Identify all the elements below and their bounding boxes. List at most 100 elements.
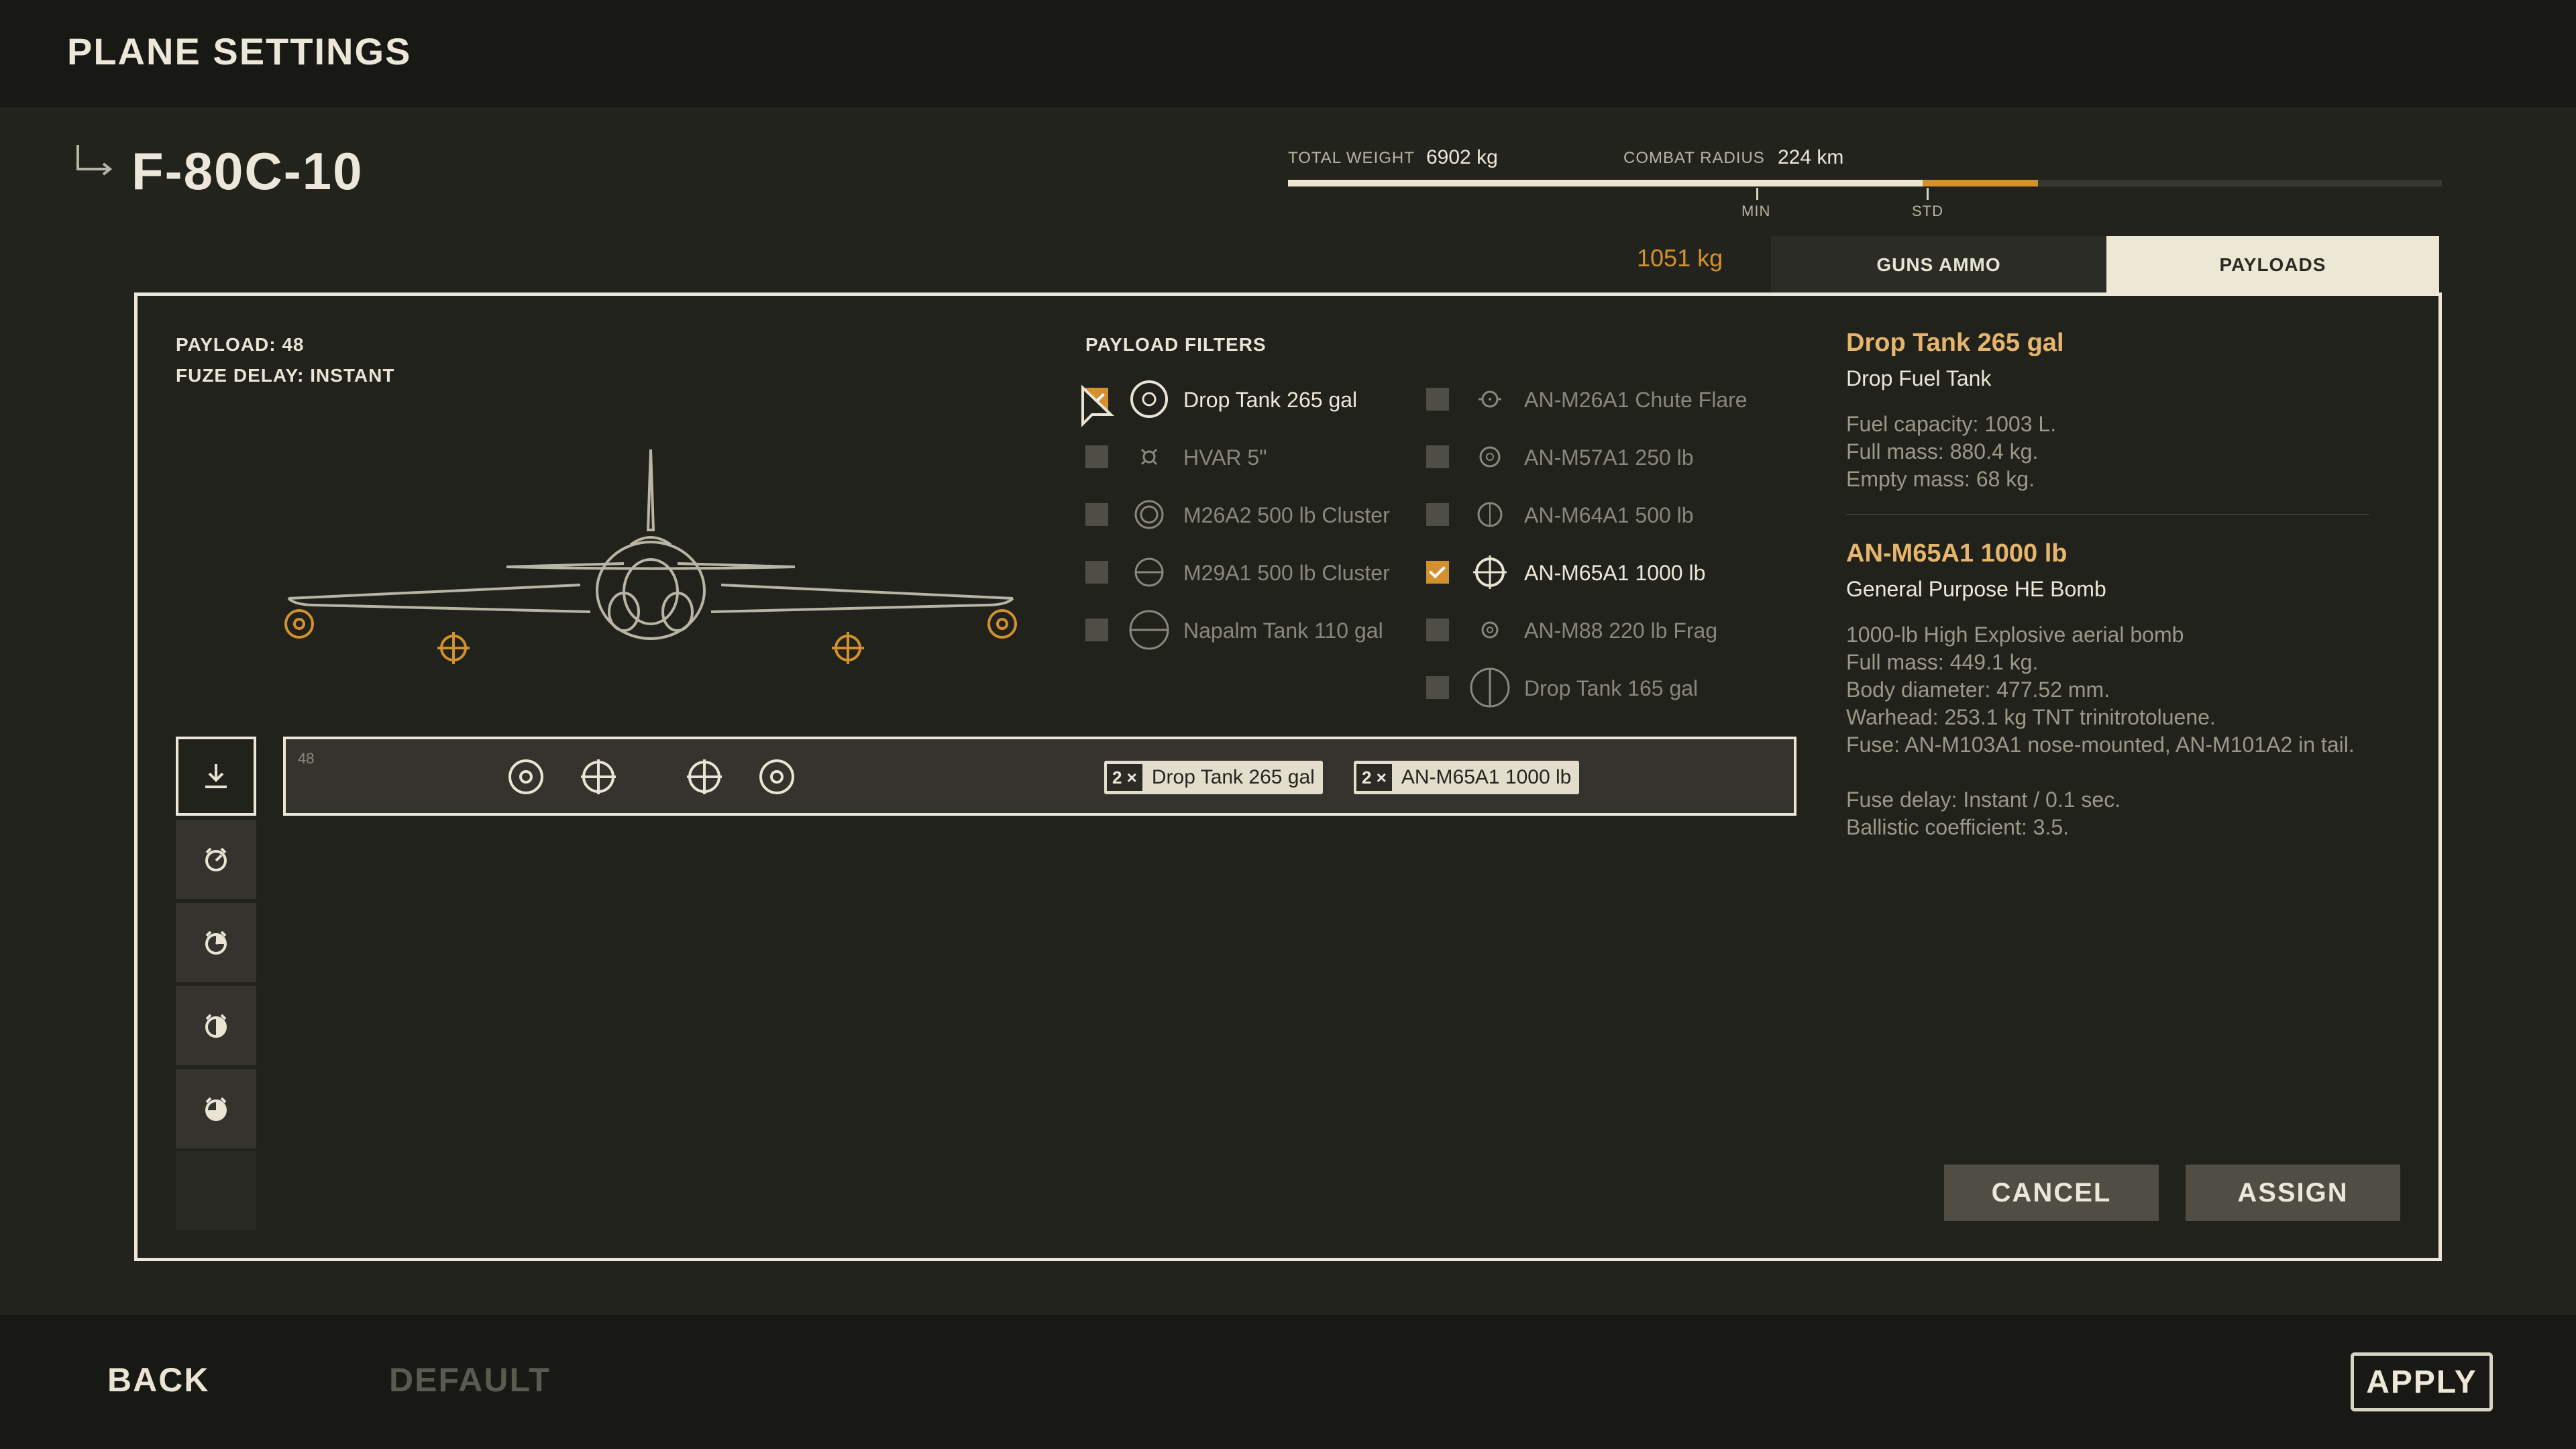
page-title: PLANE SETTINGS (67, 30, 412, 72)
tab-payloads[interactable]: PAYLOADS (2106, 236, 2439, 294)
slot-timer-1-button[interactable] (176, 820, 256, 899)
chip-count: 2 × (1107, 764, 1142, 791)
plane-name: F-80C-10 (131, 142, 364, 201)
bottom-bar (0, 1315, 2576, 1449)
filter-label: Drop Tank 265 gal (1183, 388, 1358, 412)
detail-title-1: Drop Tank 265 gal (1846, 329, 2064, 357)
back-button[interactable]: BACK (107, 1360, 209, 1399)
detail-line: 1000-lb High Explosive aerial bomb (1846, 623, 2184, 647)
filter-drop-tank-165[interactable]: Drop Tank 165 gal (1426, 667, 1762, 708)
detail-line: Empty mass: 68 kg. (1846, 467, 2035, 491)
min-label: MIN (1741, 203, 1771, 219)
filter-hvar[interactable]: HVAR 5" (1085, 436, 1421, 476)
filter-m26a2[interactable]: M26A2 500 lb Cluster (1085, 494, 1421, 534)
filter-an-m26a1[interactable]: AN-M26A1 Chute Flare (1426, 378, 1762, 419)
napalm-tank-icon (1129, 610, 1169, 650)
slot-download-button[interactable] (176, 737, 256, 816)
filter-label: Drop Tank 165 gal (1524, 676, 1699, 700)
chip-label: Drop Tank 265 gal (1151, 766, 1315, 788)
download-icon (205, 764, 227, 788)
checkbox-unchecked[interactable] (1085, 445, 1108, 468)
combat-radius-value: 224 km (1778, 146, 1844, 168)
loadout-slot-number: 48 (298, 750, 315, 767)
cluster-bomb-icon (1134, 557, 1164, 587)
checkbox-unchecked[interactable] (1426, 445, 1449, 468)
std-tick (1927, 188, 1929, 200)
detail-line: Fuel capacity: 1003 L. (1846, 412, 2057, 436)
checkbox-unchecked[interactable] (1426, 619, 1449, 641)
filter-an-m57a1[interactable]: AN-M57A1 250 lb (1426, 436, 1762, 476)
timer-icon (205, 1097, 227, 1121)
bomb-icon (1473, 555, 1507, 589)
detail-line: Body diameter: 477.52 mm. (1846, 678, 2110, 702)
timer-icon (205, 847, 227, 871)
checkbox-unchecked[interactable] (1085, 561, 1108, 584)
filter-an-m88[interactable]: AN-M88 220 lb Frag (1426, 609, 1762, 649)
slot-timer-4-button[interactable] (176, 1069, 256, 1148)
slot-empty (176, 1151, 256, 1230)
drop-tank-icon (508, 759, 543, 794)
checkbox-unchecked[interactable] (1426, 676, 1449, 699)
combat-radius-label: COMBAT RADIUS (1623, 149, 1765, 167)
detail-subtitle-2: General Purpose HE Bomb (1846, 577, 2106, 601)
detail-subtitle-1: Drop Fuel Tank (1846, 366, 1992, 390)
filter-label: M29A1 500 lb Cluster (1183, 561, 1390, 585)
flare-icon (1479, 390, 1501, 408)
checkbox-unchecked[interactable] (1426, 388, 1449, 411)
filter-an-m65a1[interactable]: AN-M65A1 1000 lb (1426, 551, 1762, 592)
filter-drop-tank-265[interactable]: Drop Tank 265 gal (1085, 378, 1421, 419)
drop-tank-icon (1130, 380, 1168, 418)
filter-napalm[interactable]: Napalm Tank 110 gal (1085, 609, 1421, 650)
drop-tank-icon (759, 759, 794, 794)
apply-button[interactable]: APPLY (2351, 1352, 2493, 1411)
filter-label: M26A2 500 lb Cluster (1183, 503, 1390, 527)
loadout-bar[interactable]: 48 2 × Drop Tank 265 gal 2 × AN-M65A1 10… (283, 737, 1796, 816)
weight-bar-extra-fill (1923, 180, 2038, 186)
filter-label: AN-M65A1 1000 lb (1524, 561, 1706, 585)
detail-line: Warhead: 253.1 kg TNT trinitrotoluene. (1846, 705, 2216, 729)
loadout-icons (508, 759, 794, 794)
detail-title-2: AN-M65A1 1000 lb (1846, 539, 2068, 568)
filter-label: HVAR 5" (1183, 445, 1267, 470)
rocket-icon (1140, 448, 1158, 466)
checkbox-unchecked[interactable] (1085, 503, 1108, 526)
assign-button[interactable]: ASSIGN (2186, 1165, 2400, 1221)
timer-icon (205, 930, 227, 955)
filter-label: AN-M64A1 500 lb (1524, 503, 1694, 527)
checkbox-unchecked[interactable] (1426, 503, 1449, 526)
filter-an-m64a1[interactable]: AN-M64A1 500 lb (1426, 494, 1762, 534)
default-button[interactable]: DEFAULT (389, 1360, 551, 1399)
payload-filters-title: PAYLOAD FILTERS (1085, 334, 1267, 355)
filter-label: AN-M88 220 lb Frag (1524, 619, 1718, 643)
detail-line: Ballistic coefficient: 3.5. (1846, 815, 2070, 839)
frag-bomb-icon (1481, 621, 1499, 639)
mouse-cursor-icon (1081, 384, 1114, 427)
tab-guns-ammo[interactable]: GUNS AMMO (1771, 236, 2106, 294)
slot-timer-2-button[interactable] (176, 903, 256, 982)
weight-bar (1288, 180, 2442, 186)
filter-label: Napalm Tank 110 gal (1183, 619, 1383, 643)
slot-timer-3-button[interactable] (176, 986, 256, 1065)
cancel-button[interactable]: CANCEL (1944, 1165, 2159, 1221)
detail-line: Full mass: 880.4 kg. (1846, 439, 2039, 464)
payload-count: PAYLOAD: 48 (176, 334, 305, 355)
filter-label: AN-M26A1 Chute Flare (1524, 388, 1748, 412)
detail-line: Fuse delay: Instant / 0.1 sec. (1846, 788, 2121, 812)
bomb-icon (1479, 446, 1501, 468)
plane-diagram (284, 449, 1017, 664)
checkbox-unchecked[interactable] (1085, 619, 1108, 641)
detail-line: Full mass: 449.1 kg. (1846, 650, 2039, 674)
loadout-chip-bomb[interactable]: 2 × AN-M65A1 1000 lb (1354, 761, 1580, 794)
filter-m29a1[interactable]: M29A1 500 lb Cluster (1085, 551, 1421, 592)
total-weight-value: 6902 kg (1426, 146, 1498, 168)
extra-weight-value: 1051 kg (1637, 244, 1723, 272)
bomb-icon (1477, 502, 1503, 527)
checkbox-checked[interactable] (1426, 561, 1449, 584)
cluster-bomb-icon (1134, 500, 1164, 529)
detail-divider (1846, 514, 2369, 515)
detail-line: Fuse: AN-M103A1 nose-mounted, AN-M101A2 … (1846, 733, 2355, 757)
weight-bar-base-fill (1288, 180, 1923, 186)
loadout-chip-drop-tank[interactable]: 2 × Drop Tank 265 gal (1104, 761, 1323, 794)
total-weight-label: TOTAL WEIGHT (1288, 149, 1415, 167)
filter-label: AN-M57A1 250 lb (1524, 445, 1694, 470)
